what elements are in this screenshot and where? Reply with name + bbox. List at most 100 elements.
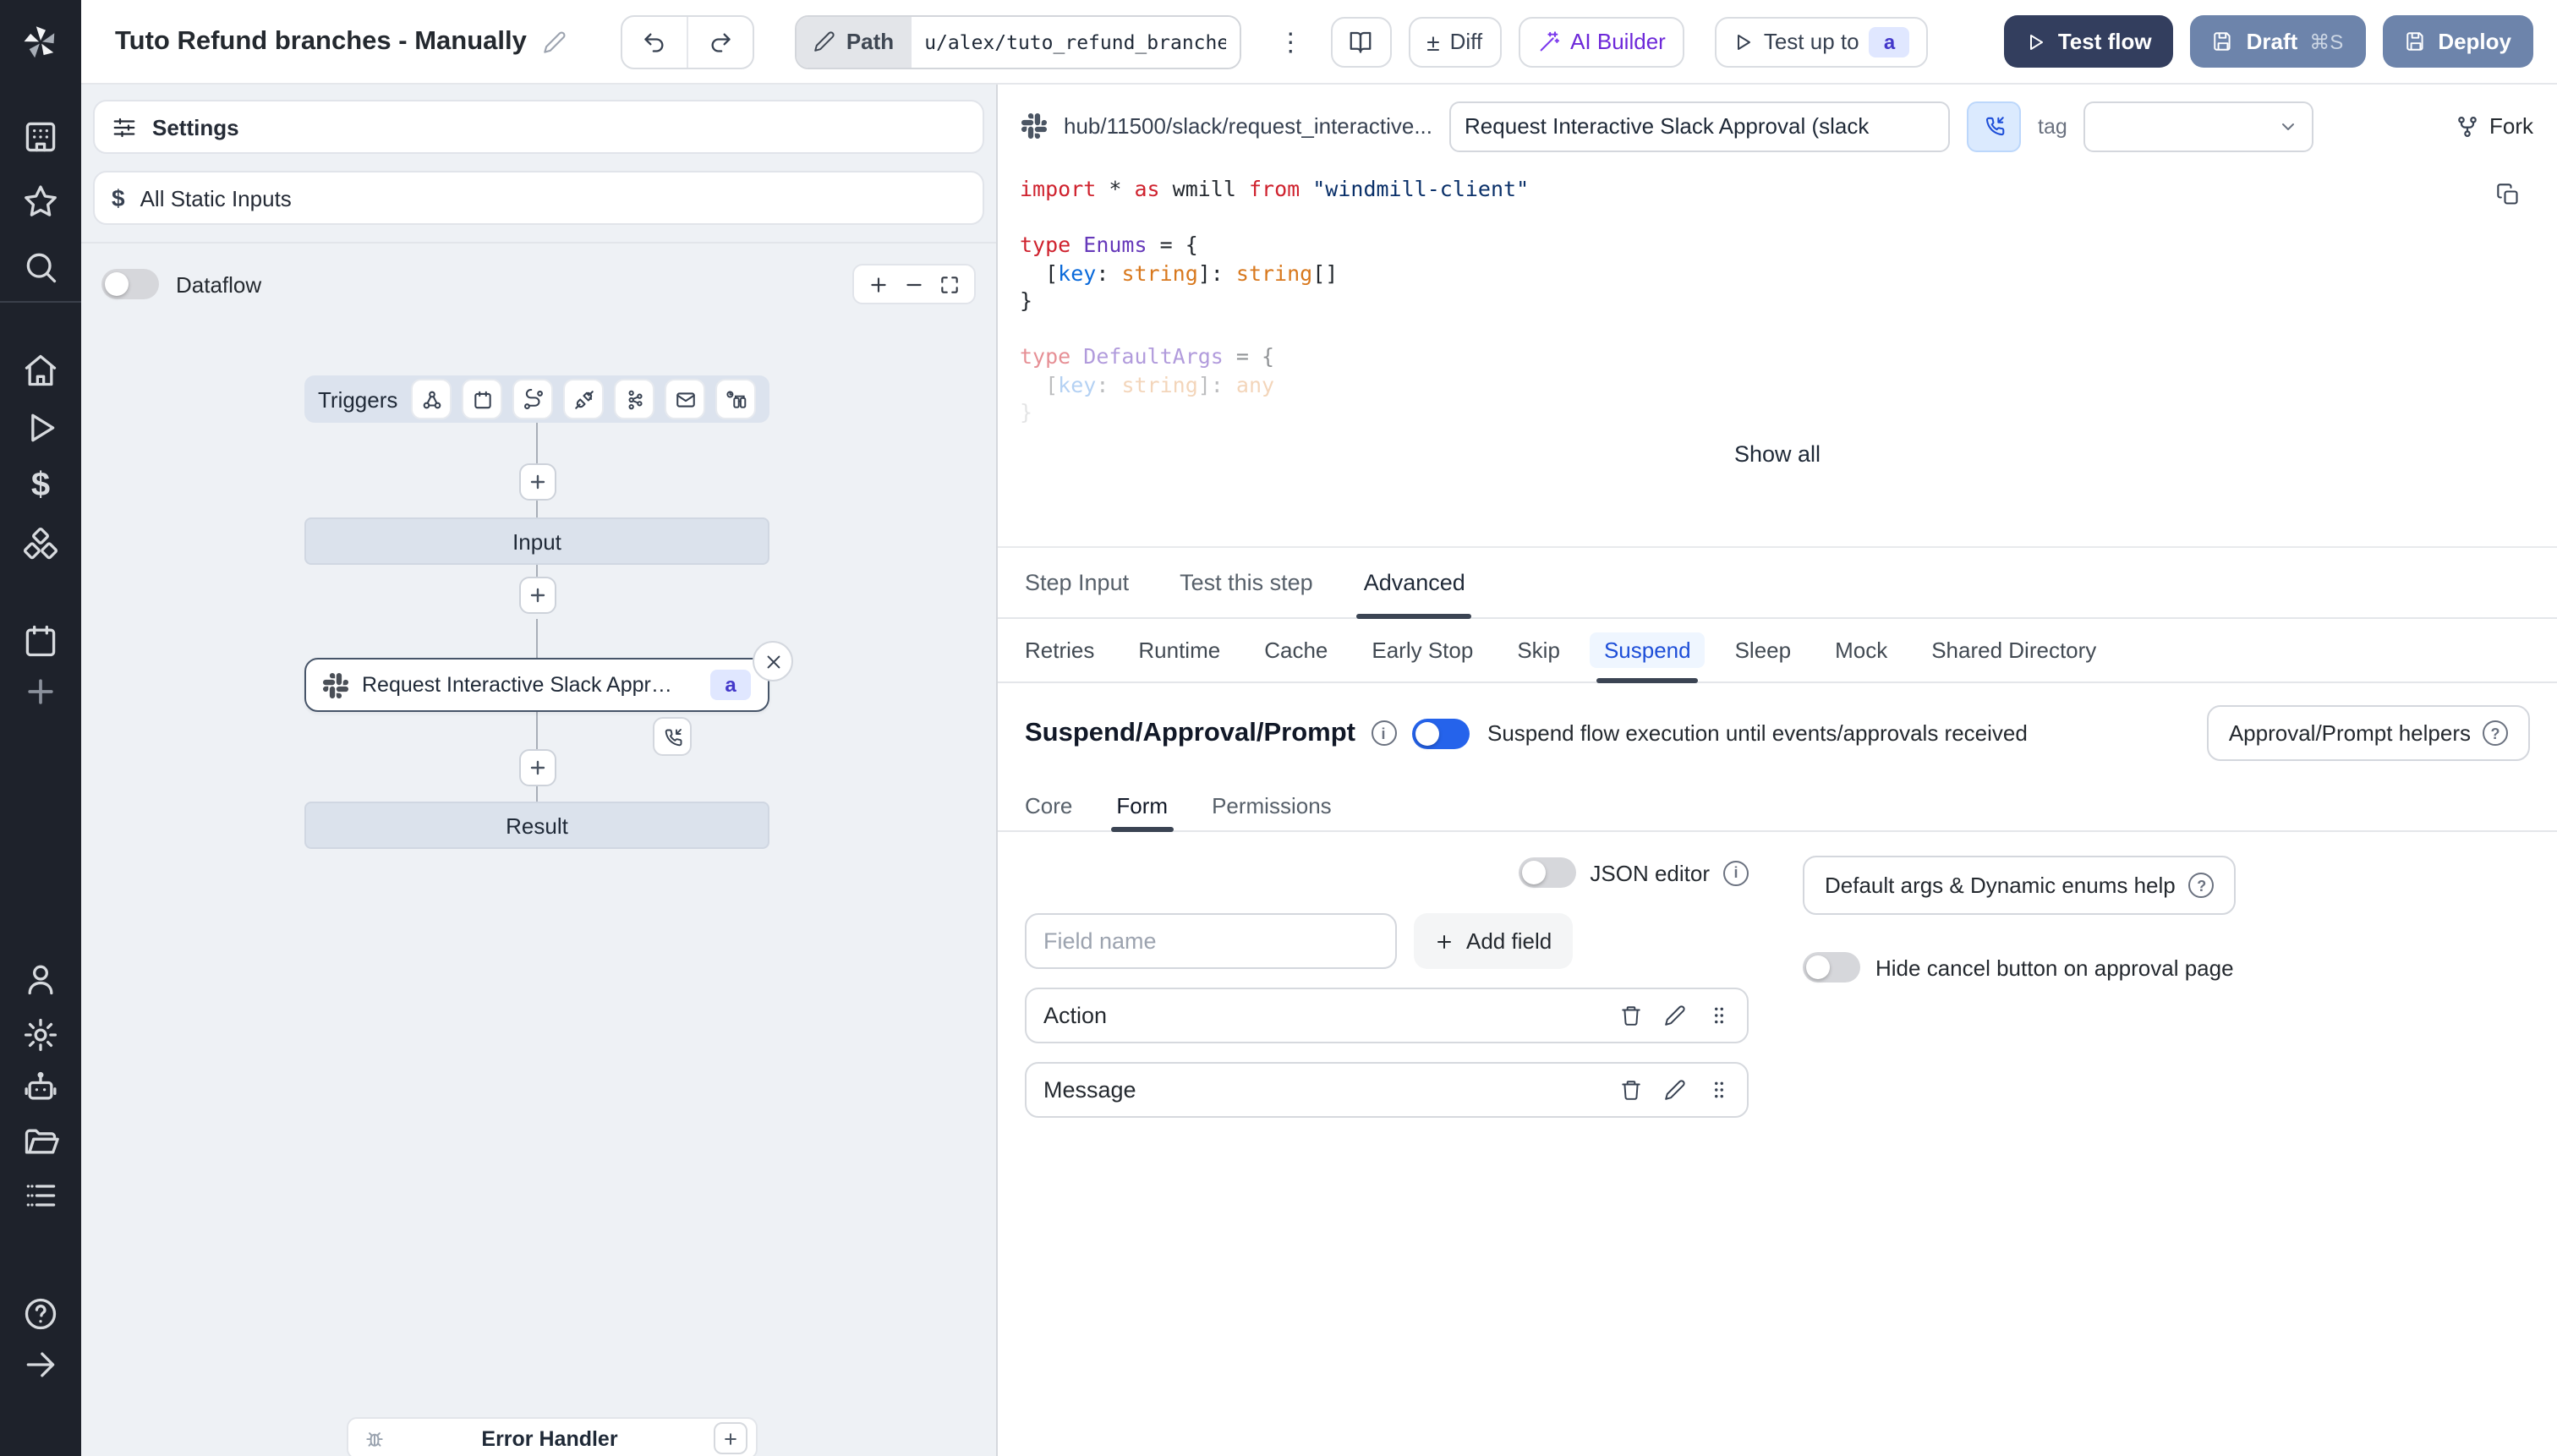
- info-icon[interactable]: i: [1723, 860, 1749, 885]
- route-trigger-icon[interactable]: [512, 379, 554, 419]
- subtab-runtime[interactable]: Runtime: [1138, 619, 1220, 681]
- add-error-handler-button[interactable]: [714, 1422, 747, 1454]
- email-trigger-icon[interactable]: [665, 379, 706, 419]
- code-editor[interactable]: import * as wmill from "windmill-client"…: [998, 159, 2557, 427]
- subtab-sleep[interactable]: Sleep: [1735, 619, 1792, 681]
- input-node[interactable]: Input: [304, 517, 769, 565]
- delete-field-icon[interactable]: [1620, 1004, 1642, 1026]
- draft-button[interactable]: Draft ⌘S: [2190, 15, 2366, 68]
- approval-prompt-helpers-button[interactable]: Approval/Prompt helpers ?: [2206, 705, 2530, 761]
- code-line: import * as wmill from "windmill-client": [1020, 176, 1530, 201]
- docs-book-button[interactable]: [1330, 16, 1392, 67]
- fork-button[interactable]: Fork: [2456, 113, 2533, 139]
- inner-tab-permissions[interactable]: Permissions: [1212, 781, 1332, 830]
- path-segment-button[interactable]: Path: [797, 16, 912, 67]
- ai-builder-button[interactable]: AI Builder: [1518, 16, 1684, 67]
- delete-step-button[interactable]: [753, 641, 793, 681]
- audit-logs-list-icon[interactable]: [22, 1177, 59, 1214]
- wand-icon: [1536, 30, 1560, 53]
- code-line: [key: string]: any: [1020, 371, 1275, 397]
- poll-binoculars-trigger-icon[interactable]: [715, 379, 756, 419]
- schedules-calendar-icon[interactable]: [22, 622, 59, 660]
- result-node[interactable]: Result: [304, 802, 769, 849]
- edit-field-icon[interactable]: [1664, 1004, 1686, 1026]
- drag-handle-icon[interactable]: [1708, 1079, 1730, 1101]
- home-icon[interactable]: [22, 352, 59, 389]
- edit-title-pencil-icon[interactable]: [544, 30, 567, 53]
- hide-cancel-toggle[interactable]: [1803, 952, 1860, 983]
- suspend-toggle[interactable]: [1411, 718, 1469, 748]
- webhook-trigger-icon[interactable]: [411, 379, 452, 419]
- suspend-indicator-button[interactable]: [1967, 101, 2022, 151]
- tag-select[interactable]: [2083, 101, 2314, 151]
- error-handler-node[interactable]: Error Handler: [347, 1417, 758, 1456]
- add-plus-icon[interactable]: [22, 673, 59, 710]
- json-editor-toggle[interactable]: [1519, 857, 1577, 888]
- schedule-trigger-icon[interactable]: [462, 379, 503, 419]
- expand-arrow-icon[interactable]: [22, 1346, 59, 1383]
- help-icon[interactable]: [22, 1295, 59, 1333]
- subtab-cache[interactable]: Cache: [1264, 619, 1328, 681]
- folders-icon[interactable]: [22, 1123, 59, 1160]
- tab-test-this-step[interactable]: Test this step: [1180, 548, 1313, 617]
- more-menu-kebab-icon[interactable]: ⋮: [1268, 26, 1313, 57]
- hub-script-path[interactable]: hub/11500/slack/request_interactive...: [1064, 113, 1432, 139]
- diff-button[interactable]: ± Diff: [1408, 16, 1502, 67]
- all-static-inputs-button[interactable]: $ All Static Inputs: [93, 171, 984, 225]
- inner-tab-core[interactable]: Core: [1025, 781, 1072, 830]
- settings-gear-icon[interactable]: [22, 1016, 59, 1054]
- field-name-input[interactable]: [1025, 913, 1397, 969]
- test-up-to-button[interactable]: Test up to a: [1714, 16, 1929, 67]
- edit-field-icon[interactable]: [1664, 1079, 1686, 1101]
- variables-dollar-icon[interactable]: $: [31, 467, 50, 504]
- fit-view-button[interactable]: [932, 267, 967, 301]
- subtab-suspend[interactable]: Suspend: [1590, 619, 1705, 683]
- subtab-mock[interactable]: Mock: [1835, 619, 1887, 681]
- step-name-input[interactable]: [1449, 101, 1951, 151]
- runs-play-icon[interactable]: [22, 409, 59, 446]
- path-input[interactable]: [911, 16, 1240, 67]
- drag-handle-icon[interactable]: [1708, 1004, 1730, 1026]
- undo-button[interactable]: [623, 16, 687, 67]
- subtab-retries[interactable]: Retries: [1025, 619, 1094, 681]
- inner-tab-form[interactable]: Form: [1111, 781, 1174, 832]
- resources-boxes-icon[interactable]: [22, 526, 59, 563]
- delete-field-icon[interactable]: [1620, 1079, 1642, 1101]
- show-all-button[interactable]: Show all: [998, 441, 2557, 474]
- add-field-button[interactable]: Add field: [1414, 913, 1573, 969]
- copy-code-icon[interactable]: [2496, 183, 2520, 206]
- script-header: hub/11500/slack/request_interactive... t…: [998, 85, 2557, 154]
- deploy-button[interactable]: Deploy: [2382, 15, 2533, 68]
- workspace-icon[interactable]: [22, 118, 59, 156]
- kafka-trigger-icon[interactable]: [614, 379, 655, 419]
- test-flow-button[interactable]: Test flow: [2003, 15, 2174, 68]
- redo-button[interactable]: [687, 16, 753, 67]
- zoom-out-button[interactable]: [896, 267, 932, 301]
- windmill-logo-icon[interactable]: [0, 0, 81, 85]
- suspend-phone-badge[interactable]: [653, 717, 692, 756]
- form-field-row-action[interactable]: Action: [1025, 988, 1749, 1043]
- dataflow-toggle[interactable]: [101, 269, 159, 299]
- form-field-row-message[interactable]: Message: [1025, 1062, 1749, 1118]
- tab-step-input[interactable]: Step Input: [1025, 548, 1129, 617]
- diff-label: Diff: [1449, 29, 1483, 54]
- slack-approval-step-node[interactable]: Request Interactive Slack Approval (... …: [304, 658, 769, 712]
- info-icon[interactable]: i: [1371, 720, 1396, 746]
- default-args-help-button[interactable]: Default args & Dynamic enums help ?: [1803, 856, 2237, 915]
- zoom-in-button[interactable]: [861, 267, 896, 301]
- subtab-shared-directory[interactable]: Shared Directory: [1931, 619, 2096, 681]
- websocket-plug-trigger-icon[interactable]: [563, 379, 605, 419]
- user-icon[interactable]: [22, 961, 59, 998]
- favorites-star-icon[interactable]: [22, 183, 59, 220]
- flow-settings-button[interactable]: Settings: [93, 100, 984, 154]
- insert-step-button[interactable]: [519, 577, 556, 614]
- tab-advanced[interactable]: Advanced: [1356, 548, 1472, 619]
- subtab-early-stop[interactable]: Early Stop: [1372, 619, 1473, 681]
- subtab-skip[interactable]: Skip: [1517, 619, 1560, 681]
- flow-panel: Settings $ All Static Inputs Dataflow Tr…: [81, 85, 998, 1456]
- insert-step-button[interactable]: [519, 749, 556, 786]
- draft-shortcut: ⌘S: [2309, 30, 2344, 53]
- insert-step-button[interactable]: [519, 463, 556, 501]
- search-icon[interactable]: [22, 249, 59, 286]
- ai-robot-icon[interactable]: [22, 1069, 59, 1106]
